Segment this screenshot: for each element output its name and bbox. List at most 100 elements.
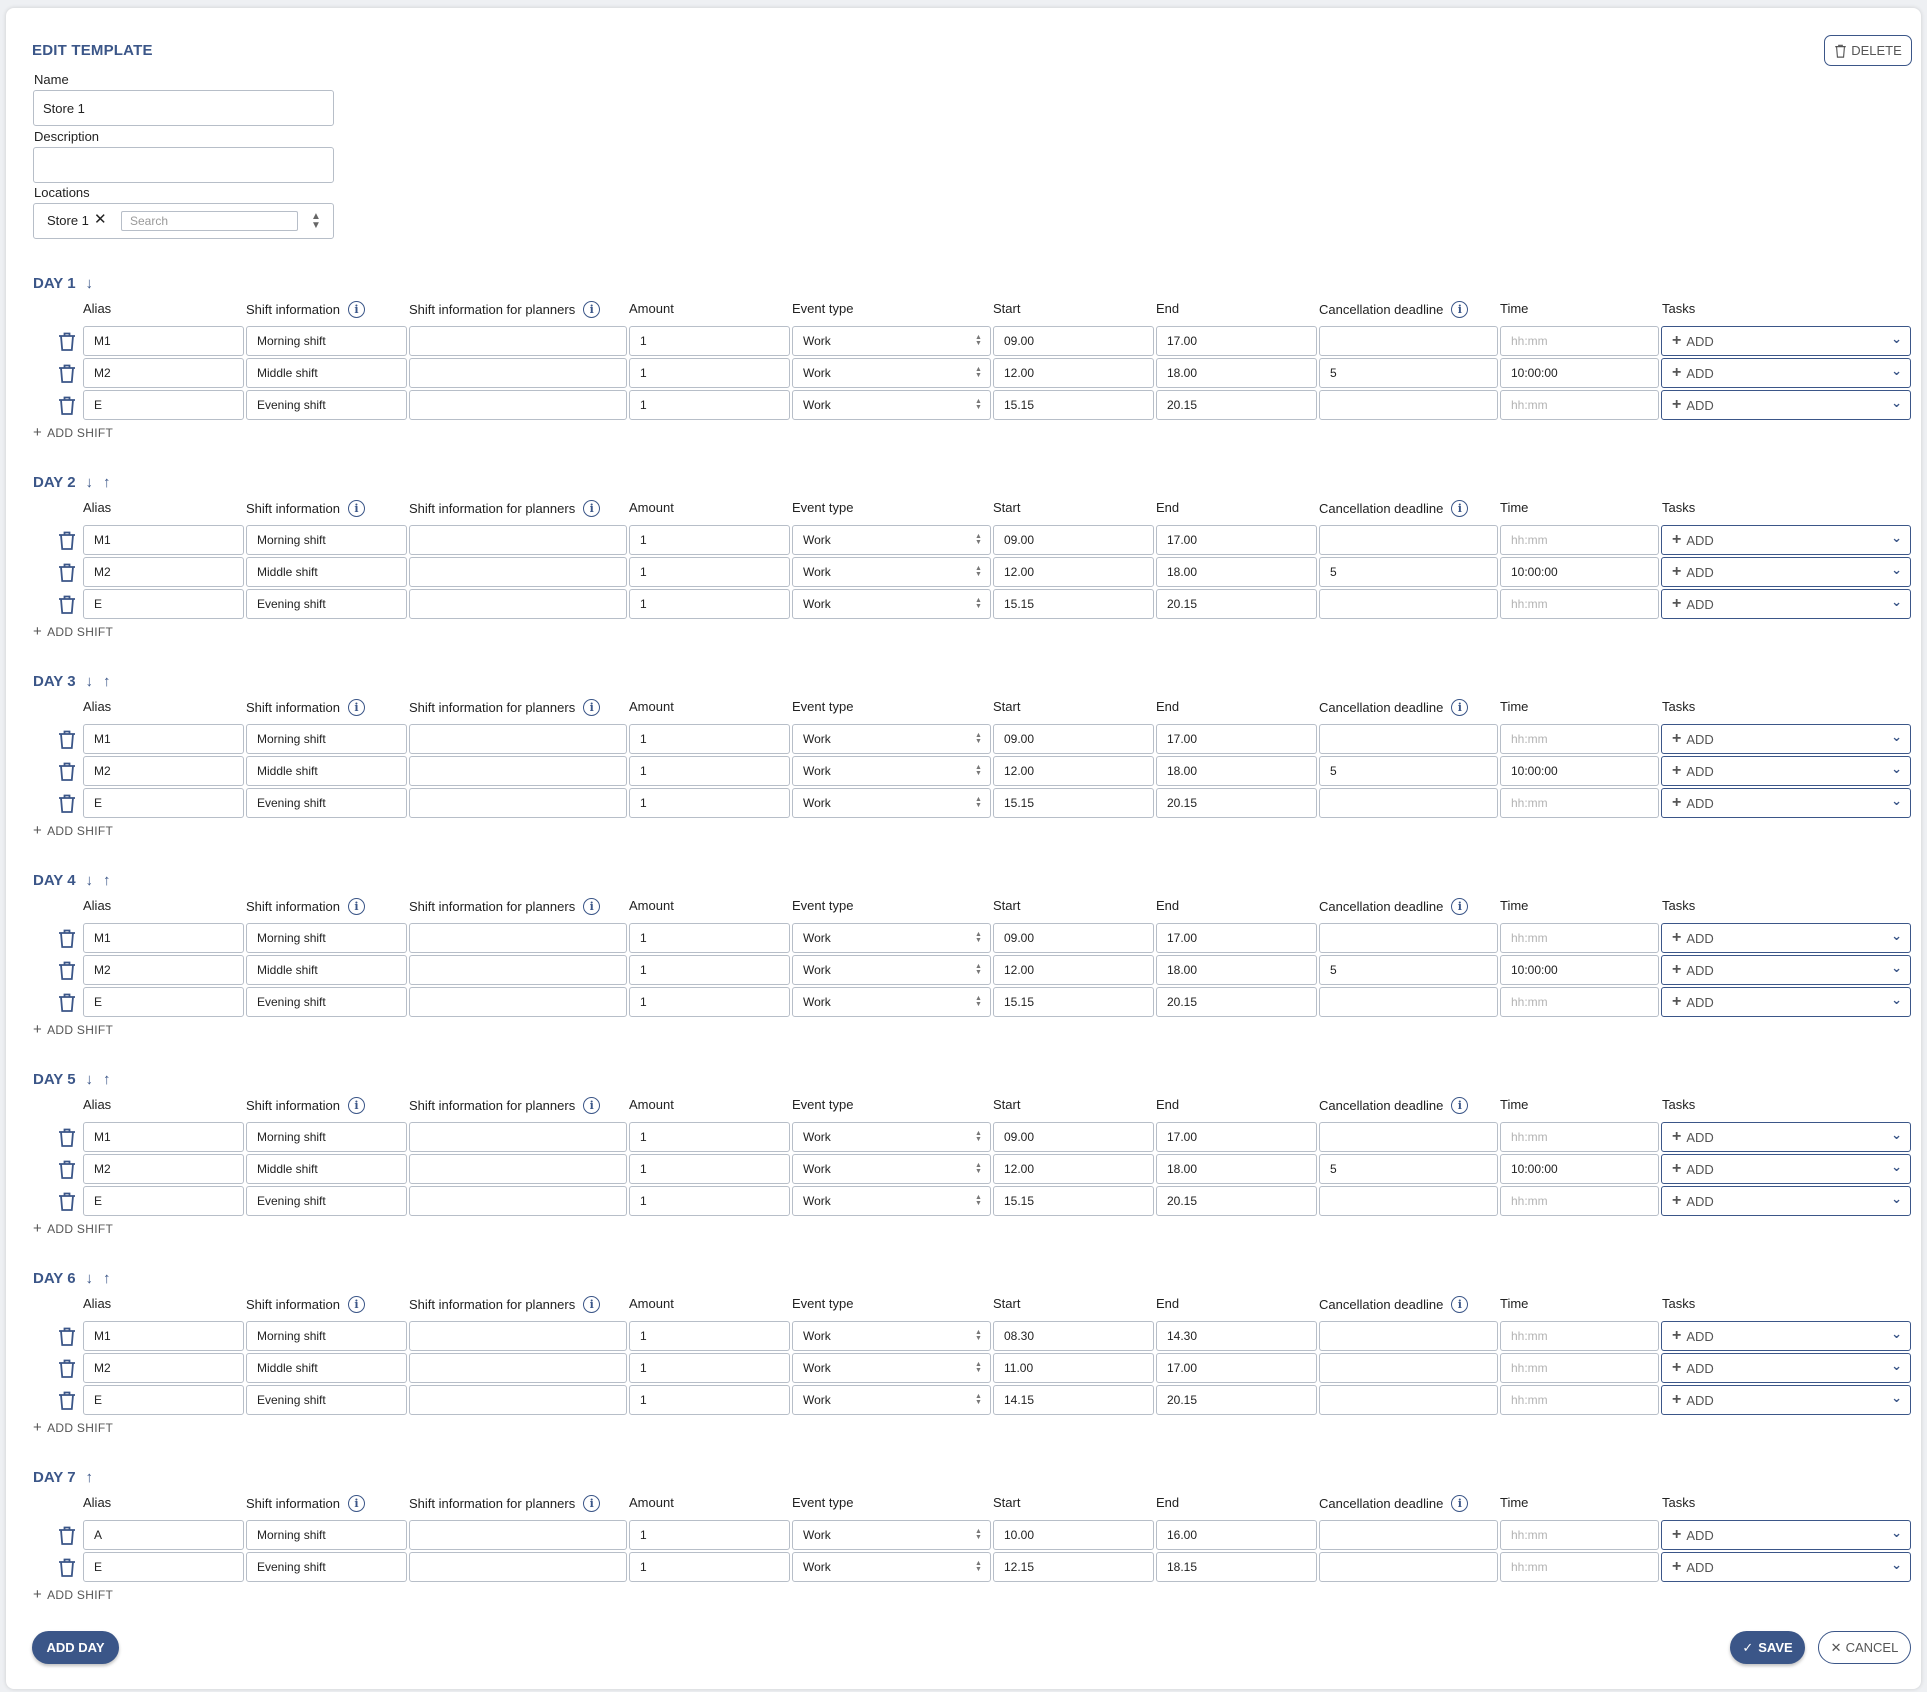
- amount-input[interactable]: 1: [629, 923, 790, 953]
- planners-info-input[interactable]: [409, 358, 627, 388]
- shift-info-input[interactable]: Evening shift: [246, 1186, 407, 1216]
- shift-info-input[interactable]: Evening shift: [246, 788, 407, 818]
- planners-info-input[interactable]: [409, 589, 627, 619]
- delete-shift-trash-icon[interactable]: [58, 1391, 76, 1410]
- info-icon[interactable]: i: [583, 898, 601, 915]
- alias-input[interactable]: M2: [83, 358, 244, 388]
- info-icon[interactable]: i: [583, 301, 601, 318]
- planners-info-input[interactable]: [409, 1186, 627, 1216]
- time-input[interactable]: hh:mm: [1500, 1353, 1659, 1383]
- shift-info-input[interactable]: Middle shift: [246, 955, 407, 985]
- planners-info-input[interactable]: [409, 1520, 627, 1550]
- cancellation-deadline-input[interactable]: 5: [1319, 955, 1498, 985]
- delete-shift-trash-icon[interactable]: [58, 730, 76, 749]
- event-type-select[interactable]: Work: [792, 1552, 991, 1582]
- event-type-select[interactable]: Work: [792, 1353, 991, 1383]
- tasks-dropdown[interactable]: + ADD ⌄: [1661, 724, 1911, 754]
- alias-input[interactable]: E: [83, 1186, 244, 1216]
- start-time-input[interactable]: 10.00: [993, 1520, 1154, 1550]
- tasks-dropdown[interactable]: + ADD ⌄: [1661, 1321, 1911, 1351]
- planners-info-input[interactable]: [409, 326, 627, 356]
- delete-shift-trash-icon[interactable]: [58, 396, 76, 415]
- start-time-input[interactable]: 09.00: [993, 724, 1154, 754]
- planners-info-input[interactable]: [409, 788, 627, 818]
- event-type-select[interactable]: Work: [792, 557, 991, 587]
- shift-info-input[interactable]: Evening shift: [246, 1552, 407, 1582]
- alias-input[interactable]: E: [83, 390, 244, 420]
- event-type-select[interactable]: Work: [792, 955, 991, 985]
- start-time-input[interactable]: 09.00: [993, 923, 1154, 953]
- end-time-input[interactable]: 20.15: [1156, 1385, 1317, 1415]
- shift-info-input[interactable]: Morning shift: [246, 724, 407, 754]
- tasks-dropdown[interactable]: + ADD ⌄: [1661, 756, 1911, 786]
- delete-shift-trash-icon[interactable]: [58, 1327, 76, 1346]
- event-type-select[interactable]: Work: [792, 589, 991, 619]
- tasks-dropdown[interactable]: + ADD ⌄: [1661, 1385, 1911, 1415]
- time-input[interactable]: hh:mm: [1500, 1520, 1659, 1550]
- amount-input[interactable]: 1: [629, 557, 790, 587]
- tasks-dropdown[interactable]: + ADD ⌄: [1661, 987, 1911, 1017]
- amount-input[interactable]: 1: [629, 756, 790, 786]
- delete-shift-trash-icon[interactable]: [58, 961, 76, 980]
- tasks-dropdown[interactable]: + ADD ⌄: [1661, 358, 1911, 388]
- planners-info-input[interactable]: [409, 390, 627, 420]
- info-icon[interactable]: i: [583, 1296, 601, 1313]
- delete-shift-trash-icon[interactable]: [58, 563, 76, 582]
- time-input[interactable]: hh:mm: [1500, 724, 1659, 754]
- time-input[interactable]: 10:00:00: [1500, 955, 1659, 985]
- end-time-input[interactable]: 20.15: [1156, 788, 1317, 818]
- amount-input[interactable]: 1: [629, 390, 790, 420]
- alias-input[interactable]: E: [83, 589, 244, 619]
- time-input[interactable]: hh:mm: [1500, 1552, 1659, 1582]
- amount-input[interactable]: 1: [629, 955, 790, 985]
- event-type-select[interactable]: Work: [792, 358, 991, 388]
- tasks-dropdown[interactable]: + ADD ⌄: [1661, 390, 1911, 420]
- shift-info-input[interactable]: Morning shift: [246, 326, 407, 356]
- time-input[interactable]: 10:00:00: [1500, 358, 1659, 388]
- event-type-select[interactable]: Work: [792, 1122, 991, 1152]
- tasks-dropdown[interactable]: + ADD ⌄: [1661, 589, 1911, 619]
- event-type-select[interactable]: Work: [792, 1385, 991, 1415]
- start-time-input[interactable]: 12.00: [993, 1154, 1154, 1184]
- start-time-input[interactable]: 12.00: [993, 756, 1154, 786]
- alias-input[interactable]: A: [83, 1520, 244, 1550]
- tasks-dropdown[interactable]: + ADD ⌄: [1661, 788, 1911, 818]
- alias-input[interactable]: M1: [83, 525, 244, 555]
- cancellation-deadline-input[interactable]: [1319, 1353, 1498, 1383]
- tasks-dropdown[interactable]: + ADD ⌄: [1661, 1122, 1911, 1152]
- end-time-input[interactable]: 16.00: [1156, 1520, 1317, 1550]
- cancellation-deadline-input[interactable]: [1319, 589, 1498, 619]
- time-input[interactable]: hh:mm: [1500, 525, 1659, 555]
- delete-shift-trash-icon[interactable]: [58, 1526, 76, 1545]
- add-day-button[interactable]: ADD DAY: [32, 1631, 119, 1664]
- alias-input[interactable]: M2: [83, 1154, 244, 1184]
- start-time-input[interactable]: 09.00: [993, 1122, 1154, 1152]
- amount-input[interactable]: 1: [629, 1520, 790, 1550]
- shift-info-input[interactable]: Morning shift: [246, 923, 407, 953]
- end-time-input[interactable]: 18.15: [1156, 1552, 1317, 1582]
- delete-shift-trash-icon[interactable]: [58, 332, 76, 351]
- delete-button[interactable]: DELETE: [1824, 35, 1912, 66]
- cancel-button[interactable]: ✕ CANCEL: [1818, 1631, 1911, 1664]
- shift-info-input[interactable]: Middle shift: [246, 1353, 407, 1383]
- time-input[interactable]: hh:mm: [1500, 1385, 1659, 1415]
- start-time-input[interactable]: 09.00: [993, 525, 1154, 555]
- tasks-dropdown[interactable]: + ADD ⌄: [1661, 557, 1911, 587]
- time-input[interactable]: 10:00:00: [1500, 1154, 1659, 1184]
- start-time-input[interactable]: 08.30: [993, 1321, 1154, 1351]
- time-input[interactable]: hh:mm: [1500, 923, 1659, 953]
- delete-shift-trash-icon[interactable]: [58, 1128, 76, 1147]
- alias-input[interactable]: M2: [83, 955, 244, 985]
- info-icon[interactable]: i: [1451, 1495, 1469, 1512]
- delete-shift-trash-icon[interactable]: [58, 794, 76, 813]
- start-time-input[interactable]: 14.15: [993, 1385, 1154, 1415]
- end-time-input[interactable]: 17.00: [1156, 923, 1317, 953]
- alias-input[interactable]: E: [83, 788, 244, 818]
- delete-shift-trash-icon[interactable]: [58, 364, 76, 383]
- cancellation-deadline-input[interactable]: 5: [1319, 358, 1498, 388]
- event-type-select[interactable]: Work: [792, 525, 991, 555]
- move-down-icon[interactable]: ↓: [86, 474, 94, 491]
- planners-info-input[interactable]: [409, 1321, 627, 1351]
- tasks-dropdown[interactable]: + ADD ⌄: [1661, 1353, 1911, 1383]
- planners-info-input[interactable]: [409, 955, 627, 985]
